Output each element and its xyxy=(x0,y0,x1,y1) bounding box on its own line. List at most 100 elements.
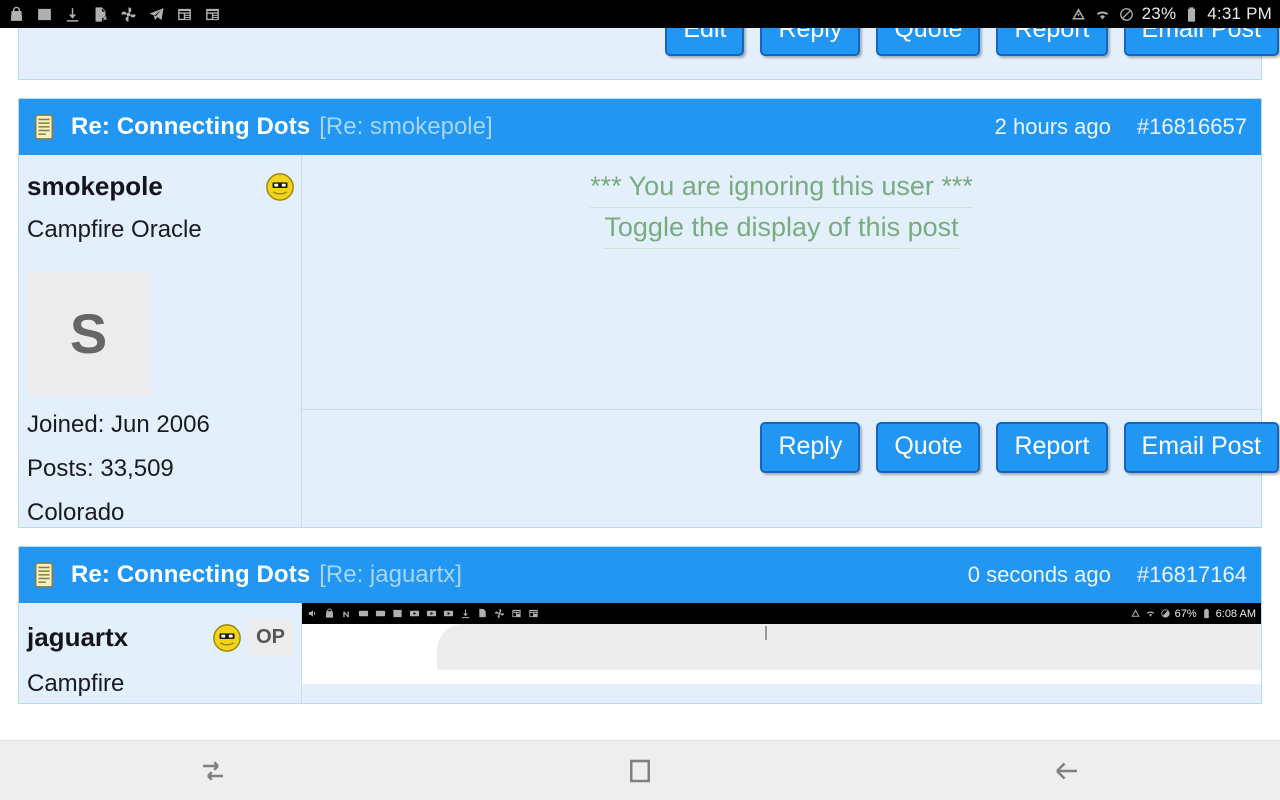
file-error-icon xyxy=(479,608,486,618)
post-smokepole: Re: Connecting Dots [Re: smokepole] 2 ho… xyxy=(18,98,1279,528)
user-rank: Campfire xyxy=(27,670,125,697)
user-info-jaguartx: jaguartx OP Campfire xyxy=(19,603,301,703)
post-timestamp: 0 seconds ago xyxy=(967,562,1111,587)
file-error-icon xyxy=(95,6,107,22)
post-body-smokepole: smokepole Campfire Oracle S Joined: Jun … xyxy=(19,155,1279,527)
toggle-display-link[interactable]: Toggle the display of this post xyxy=(604,208,959,249)
bag-icon xyxy=(325,608,334,618)
news-icon xyxy=(512,609,521,618)
video-third-icon xyxy=(443,610,454,617)
clock-label: 4:31 PM xyxy=(1207,4,1272,23)
post-gap xyxy=(0,80,1280,98)
image-icon xyxy=(393,609,402,618)
download-icon xyxy=(461,609,470,619)
reply-button[interactable]: Reply xyxy=(760,421,861,473)
post-meta: 2 hours ago #16816657 xyxy=(995,114,1247,140)
ebay-icon xyxy=(358,610,369,617)
pinwheel-icon xyxy=(494,608,505,619)
wifi-icon xyxy=(1146,611,1154,617)
volume-icon xyxy=(308,610,316,617)
post-body-jaguartx: jaguartx OP Campfire 67% 6:08 AM xyxy=(19,603,1261,703)
post-header-jaguartx[interactable]: Re: Connecting Dots [Re: jaguartx] 0 sec… xyxy=(19,547,1261,603)
embedded-system-icons: 67% 6:08 AM xyxy=(1130,608,1256,620)
email-post-button[interactable]: Email Post xyxy=(1123,28,1279,56)
back-arrow-icon[interactable] xyxy=(1052,756,1082,786)
do-not-disturb-icon xyxy=(1119,7,1133,21)
status-bar-notification-icons xyxy=(8,6,221,23)
post-header-smokepole[interactable]: Re: Connecting Dots [Re: smokepole] 2 ho… xyxy=(19,99,1261,155)
wifi-icon xyxy=(1096,10,1108,19)
user-info-smokepole: smokepole Campfire Oracle S Joined: Jun … xyxy=(19,155,301,527)
android-nav-bar xyxy=(0,740,1280,800)
telegram-icon xyxy=(149,7,164,20)
username[interactable]: jaguartx xyxy=(27,622,128,653)
post-parent-ref: [Re: jaguartx] xyxy=(319,561,462,588)
embedded-status-bar: 67% 6:08 AM xyxy=(302,603,1261,624)
image-icon xyxy=(38,8,51,20)
quote-button[interactable]: Quote xyxy=(876,421,981,473)
post-title: Re: Connecting Dots xyxy=(71,113,311,140)
status-bar-system-icons: 23% 4:31 PM xyxy=(1070,4,1272,24)
pinwheel-icon xyxy=(121,6,136,22)
smiley-icon xyxy=(213,623,241,652)
edit-button[interactable]: Edit xyxy=(665,28,745,56)
embedded-browser-tab xyxy=(437,624,1261,670)
post-content-jaguartx: 67% 6:08 AM xyxy=(301,603,1261,703)
recents-icon[interactable] xyxy=(198,756,228,786)
ignore-notice-block: *** You are ignoring this user *** Toggl… xyxy=(302,155,1261,249)
home-square-icon[interactable] xyxy=(625,756,655,786)
post-number[interactable]: #16816657 xyxy=(1137,114,1247,140)
video-icon xyxy=(409,610,420,617)
quote-button[interactable]: Quote xyxy=(876,28,981,56)
notepad-icon xyxy=(35,114,53,140)
news-icon xyxy=(178,8,191,20)
notepad-icon xyxy=(35,562,53,588)
post-number[interactable]: #16817164 xyxy=(1137,562,1247,588)
email-post-button[interactable]: Email Post xyxy=(1123,421,1279,473)
report-button[interactable]: Report xyxy=(996,421,1108,473)
post-parent-ref: [Re: smokepole] xyxy=(319,113,493,140)
embedded-text-cursor xyxy=(765,626,767,640)
user-post-count: Posts: 33,509 xyxy=(27,455,174,482)
do-not-disturb-icon xyxy=(1160,609,1170,618)
embedded-battery-percent: 67% xyxy=(1174,607,1197,620)
embedded-screenshot[interactable]: 67% 6:08 AM xyxy=(302,603,1261,684)
username-row: smokepole xyxy=(27,171,301,202)
post-gap xyxy=(0,528,1280,546)
embedded-clock: 6:08 AM xyxy=(1215,607,1256,620)
ignore-notice-text: *** You are ignoring this user *** xyxy=(590,167,973,208)
ebay-alt-icon xyxy=(375,610,386,617)
post-jaguartx: Re: Connecting Dots [Re: jaguartx] 0 sec… xyxy=(18,546,1262,704)
post-partial-top: Edit Reply Quote Report Email Post xyxy=(18,28,1279,80)
post-timestamp: 2 hours ago xyxy=(994,114,1111,139)
news-alt-icon xyxy=(529,609,538,618)
post-content-smokepole: *** You are ignoring this user *** Toggl… xyxy=(301,155,1279,527)
user-joined: Joined: Jun 2006 xyxy=(27,411,210,438)
post-meta: 0 seconds ago #16817164 xyxy=(968,562,1247,588)
embedded-browser-chrome xyxy=(302,624,1261,684)
data-saver-icon xyxy=(1130,609,1140,617)
battery-icon xyxy=(1203,608,1209,619)
reply-button[interactable]: Reply xyxy=(760,28,861,56)
battery-percent-label: 23% xyxy=(1141,4,1177,23)
post-button-row-smokepole: Reply Quote Report Email Post xyxy=(302,410,1279,487)
smiley-icon xyxy=(266,172,294,201)
user-rank: Campfire Oracle xyxy=(27,216,202,243)
n-icon xyxy=(343,611,349,618)
post-title: Re: Connecting Dots xyxy=(71,561,311,588)
bag-icon xyxy=(10,6,23,21)
post-button-row-top: Edit Reply Quote Report Email Post xyxy=(19,28,1279,70)
op-badge: OP xyxy=(248,619,293,656)
news-alt-icon xyxy=(206,8,219,20)
username[interactable]: smokepole xyxy=(27,171,163,202)
android-status-bar: 23% 4:31 PM xyxy=(0,0,1280,28)
forum-page: Edit Reply Quote Report Email Post Re: C… xyxy=(0,28,1280,740)
user-location: Colorado xyxy=(27,499,125,526)
video-alt-icon xyxy=(426,610,437,617)
report-button[interactable]: Report xyxy=(996,28,1108,56)
download-icon xyxy=(66,7,79,22)
embedded-notification-icons xyxy=(307,608,539,619)
data-saver-icon xyxy=(1071,7,1085,19)
avatar: S xyxy=(27,272,150,395)
